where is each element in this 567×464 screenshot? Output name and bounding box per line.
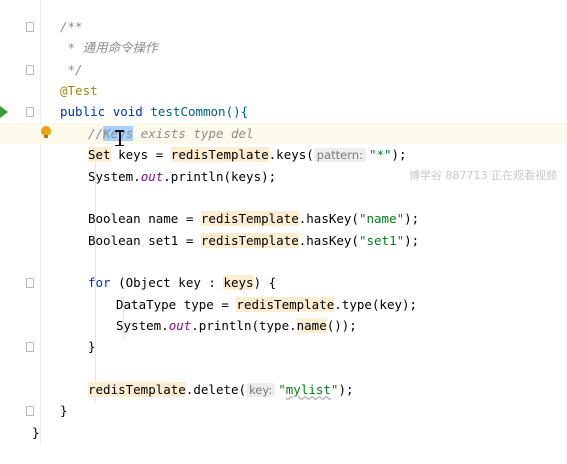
method-name: testCommon(){	[150, 104, 249, 119]
fold-icon[interactable]	[26, 278, 34, 288]
text-cursor-icon	[115, 130, 124, 146]
parameter-hint: pattern:	[313, 148, 366, 162]
code-line[interactable]: DataType type = redisTemplate.type(key);	[0, 294, 567, 315]
annotation: @Test	[60, 83, 98, 98]
code-line[interactable]: */	[0, 59, 567, 80]
code-line[interactable]: /**	[0, 16, 567, 37]
code-line[interactable]: System.out.println(type.name());	[0, 315, 567, 336]
code-line[interactable]: }	[0, 422, 567, 443]
fold-icon[interactable]	[26, 342, 34, 352]
code-line-current[interactable]: //Keys exists type del	[0, 123, 567, 144]
code-line[interactable]: Boolean name = redisTemplate.hasKey("nam…	[0, 208, 567, 229]
code-line[interactable]: }	[0, 400, 567, 421]
fold-icon[interactable]	[26, 22, 34, 32]
fold-icon[interactable]	[26, 65, 34, 75]
watermark: 博学谷 887713 正在观看视频	[409, 169, 557, 182]
parameter-hint: key:	[246, 383, 276, 397]
code-line[interactable]: }	[0, 336, 567, 357]
code-line[interactable]: redisTemplate.delete(key: "mylist");	[0, 379, 567, 400]
code-line[interactable]: Set keys = redisTemplate.keys(pattern: "*…	[0, 144, 567, 165]
code-line[interactable]: Boolean set1 = redisTemplate.hasKey("set…	[0, 230, 567, 251]
code-line[interactable]: for (Object key : keys) {	[0, 272, 567, 293]
code-line[interactable]: public void testCommon(){	[0, 101, 567, 122]
fold-icon[interactable]	[26, 406, 34, 416]
code-line[interactable]: * 通用命令操作	[0, 37, 567, 58]
code-line[interactable]: @Test	[0, 80, 567, 101]
run-icon[interactable]	[0, 106, 8, 118]
lightbulb-icon[interactable]	[41, 126, 51, 138]
fold-icon[interactable]	[26, 107, 34, 117]
